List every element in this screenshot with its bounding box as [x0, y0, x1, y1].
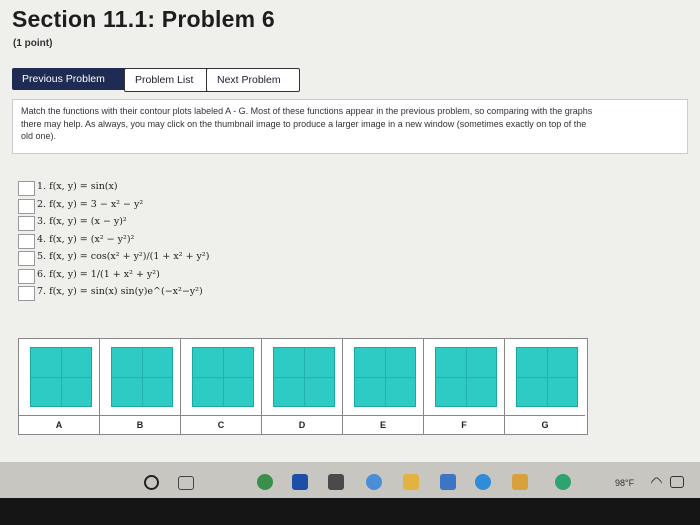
- contour-thumbnail-d[interactable]: [273, 347, 335, 407]
- app-icon[interactable]: [512, 474, 528, 490]
- plot-label-b: B: [100, 415, 180, 430]
- contour-thumbnail-b[interactable]: [111, 347, 173, 407]
- contour-thumbnail-g[interactable]: [516, 347, 578, 407]
- function-label: 3. f(x, y) = (x − y)²: [37, 216, 127, 227]
- answer-input-1[interactable]: [18, 181, 35, 196]
- plot-cell-a: A: [19, 339, 100, 434]
- contour-thumbnail-a[interactable]: [30, 347, 92, 407]
- contour-plot-table: A B C D E F G: [18, 338, 588, 435]
- plot-label-c: C: [181, 415, 261, 430]
- plot-cell-b: B: [100, 339, 181, 434]
- help-icon[interactable]: [555, 474, 571, 490]
- chevron-up-icon[interactable]: [650, 476, 663, 489]
- mail-icon[interactable]: [292, 474, 308, 490]
- search-icon[interactable]: [144, 475, 159, 490]
- plot-label-g: G: [505, 415, 585, 430]
- contour-thumbnail-e[interactable]: [354, 347, 416, 407]
- edge-icon[interactable]: [366, 474, 382, 490]
- answer-input-7[interactable]: [18, 286, 35, 301]
- function-label: 6. f(x, y) = 1/(1 + x² + y²): [37, 268, 160, 280]
- answer-input-6[interactable]: [18, 268, 35, 284]
- instructions-line-3: old one).: [21, 131, 57, 141]
- plot-cell-e: E: [343, 339, 424, 434]
- calendar-icon[interactable]: [328, 474, 344, 490]
- previous-problem-button[interactable]: Previous Problem: [12, 68, 130, 90]
- plot-label-a: A: [19, 415, 99, 430]
- store-icon[interactable]: [440, 474, 456, 490]
- answer-input-5[interactable]: [18, 251, 35, 266]
- plot-label-f: F: [424, 415, 504, 430]
- points-label: (1 point): [13, 38, 53, 49]
- problem-instructions: Match the functions with their contour p…: [12, 99, 688, 154]
- plot-label-e: E: [343, 415, 423, 430]
- skype-icon[interactable]: [475, 474, 491, 490]
- function-label: 5. f(x, y) = cos(x² + y²)/(1 + x² + y²): [37, 251, 210, 262]
- webwork-page: Section 11.1: Problem 6 (1 point) Previo…: [0, 0, 700, 462]
- monitor-bezel: [0, 498, 700, 525]
- notification-icon[interactable]: [670, 476, 684, 488]
- function-label: 2. f(x, y) = 3 − x² − y²: [37, 198, 144, 210]
- plot-cell-d: D: [262, 339, 343, 434]
- file-explorer-icon[interactable]: [403, 474, 419, 490]
- plot-cell-g: G: [505, 339, 586, 434]
- plot-cell-f: F: [424, 339, 505, 434]
- answer-input-4[interactable]: [18, 233, 35, 249]
- contour-thumbnail-f[interactable]: [435, 347, 497, 407]
- function-label: 4. f(x, y) = (x² − y²)²: [37, 233, 135, 245]
- windows-taskbar: 98°F: [0, 462, 700, 498]
- answer-input-2[interactable]: [18, 198, 35, 214]
- page-title: Section 11.1: Problem 6: [12, 6, 275, 32]
- function-label: 7. f(x, y) = sin(x) sin(y)e^(−x²−y²): [37, 286, 203, 297]
- weather-temperature[interactable]: 98°F: [615, 478, 634, 488]
- function-label: 1. f(x, y) = sin(x): [37, 181, 118, 192]
- instructions-line-2: there may help. As always, you may click…: [21, 118, 587, 129]
- chrome-icon[interactable]: [257, 474, 273, 490]
- plot-label-d: D: [262, 415, 342, 430]
- plot-cell-c: C: [181, 339, 262, 434]
- contour-thumbnail-c[interactable]: [192, 347, 254, 407]
- instructions-line-1: Match the functions with their contour p…: [21, 106, 593, 116]
- task-view-icon[interactable]: [178, 476, 194, 490]
- answer-input-3[interactable]: [18, 216, 35, 231]
- next-problem-button[interactable]: Next Problem: [206, 68, 300, 92]
